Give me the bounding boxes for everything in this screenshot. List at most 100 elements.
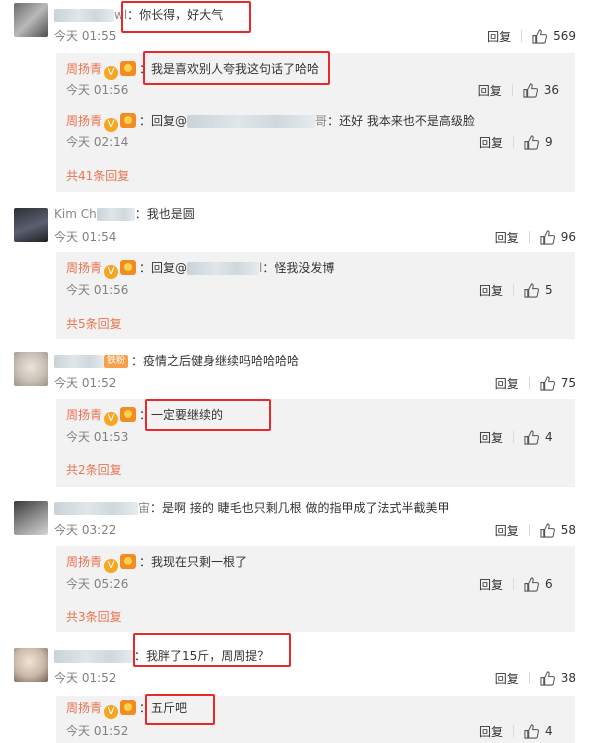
reply-actions: 回复 5 [479,281,559,299]
colon: ： [139,261,152,275]
avatar[interactable] [14,208,48,242]
divider [528,377,530,389]
username-prefix[interactable]: Kim Ch [54,207,97,221]
comment-header: Kim Ch ：我也是圆 [54,205,195,223]
divider [513,136,514,148]
reply-text: 五斤吧 [151,701,188,715]
thumbs-up-icon[interactable] [523,82,538,98]
thumbs-up-icon[interactable] [524,576,539,592]
reply-text: 一定要继续的 [151,408,224,422]
blurred-username[interactable] [187,262,260,275]
thumbs-up-icon[interactable] [524,723,539,739]
reply-author[interactable]: 周扬青 [66,701,102,715]
reply-button[interactable]: 回复 [495,375,519,392]
reply-button[interactable]: 回复 [495,670,519,687]
like-count: 38 [560,671,576,685]
medal-icon [120,260,137,275]
reply-header: 周扬青 V ：回复@ 哥：还好 我本来也不是高级脸 [66,112,475,132]
reply-author[interactable]: 周扬青 [66,555,102,569]
comment-thread: ：我胖了15斤，周周提？ 今天 01:52 回复 38 周扬青 V ：五斤吧 今天 … [0,638,592,743]
username-suffix[interactable]: wl [114,8,127,22]
verified-v-icon: V [104,559,119,573]
avatar[interactable] [14,648,48,682]
medal-icon [120,407,137,422]
verified-v-icon: V [104,118,119,132]
view-more-replies-link[interactable]: 共3条回复 [66,608,122,626]
comment-text: 疫情之后健身继续吗哈哈哈哈 [143,354,300,368]
reply-button[interactable]: 回复 [478,82,502,99]
thumbs-up-icon[interactable] [524,134,539,150]
reply-button[interactable]: 回复 [479,134,503,151]
reply-actions: 回复 36 [478,81,559,99]
colon: ： [139,408,152,422]
comment-header: wl：你长得，好大气 [54,6,223,24]
view-more-replies-link[interactable]: 共2条回复 [66,461,122,479]
blurred-username[interactable] [54,355,104,368]
reply-actions: 回复 9 [479,133,559,151]
blurred-username[interactable] [54,9,114,22]
avatar[interactable] [14,3,48,37]
colon: ： [134,649,147,663]
comment-actions: 回复 38 [495,669,576,687]
view-more-replies-link[interactable]: 共5条回复 [66,315,122,333]
thumbs-up-icon[interactable] [540,229,555,245]
thumbs-up-icon[interactable] [540,375,555,391]
medal-icon [120,113,137,128]
reply-header: 周扬青 V ：我是喜欢别人夸我这句话了哈哈 [66,60,320,80]
avatar[interactable] [14,501,48,535]
reply-to-prefix: 回复@ [151,114,188,128]
medal-icon [120,554,137,569]
reply-header: 周扬青 V ：五斤吧 [66,699,188,719]
colon: ： [139,62,152,76]
divider [513,725,514,737]
reply-button[interactable]: 回复 [479,576,503,593]
like-count: 5 [545,283,553,297]
comment-actions: 回复 75 [495,374,576,392]
like-count: 6 [545,577,553,591]
colon: ： [131,354,144,368]
reply-text: 怪我没发博 [274,261,335,275]
thumbs-up-icon[interactable] [540,670,555,686]
reply-author[interactable]: 周扬青 [66,62,102,76]
reply-time: 今天 01:53 [66,430,129,444]
reply-list: 周扬青 V ：一定要继续的 今天 01:53 回复 4 共2条回复 [56,399,575,487]
blurred-username[interactable] [187,115,316,128]
like-count: 4 [545,430,553,444]
comment-text: 我胖了15斤，周周提？ [146,649,270,663]
blurred-username[interactable] [54,650,134,663]
colon: ： [134,207,147,221]
thumbs-up-icon[interactable] [540,522,555,538]
reply-button[interactable]: 回复 [479,429,503,446]
reply-author[interactable]: 周扬青 [66,261,102,275]
reply-button[interactable]: 回复 [495,229,519,246]
blurred-username[interactable] [54,502,138,515]
blurred-username[interactable] [96,208,135,221]
reply-author[interactable]: 周扬青 [66,408,102,422]
reply-item: 周扬青 V ：我现在只剩一根了 今天 05:26 回复 6 [66,546,575,598]
reply-list: 周扬青 V ：我是喜欢别人夸我这句话了哈哈 今天 01:56 回复 36 周扬青 V：… [56,53,575,192]
comment-header: ：我胖了15斤，周周提？ [54,647,269,665]
reply-actions: 回复 6 [479,575,559,593]
like-count: 58 [560,523,576,537]
view-more-replies-link[interactable]: 共41条回复 [66,167,129,185]
reply-time: 今天 01:56 [66,83,129,97]
medal-icon [120,61,137,76]
username-suffix[interactable]: 宙 [138,501,150,515]
avatar[interactable] [14,352,48,386]
comment-time: 今天 03:22 [54,523,117,537]
reply-to-suffix[interactable]: 哥 [315,114,327,128]
reply-text: 我是喜欢别人夸我这句话了哈哈 [151,62,320,76]
comment-actions: 回复 58 [495,521,576,539]
thumbs-up-icon[interactable] [532,28,548,44]
thumbs-up-icon[interactable] [524,282,539,298]
reply-button[interactable]: 回复 [479,723,503,740]
reply-button[interactable]: 回复 [487,28,511,45]
reply-author[interactable]: 周扬青 [66,114,102,128]
comment-time: 今天 01:55 [54,29,117,43]
reply-button[interactable]: 回复 [479,282,503,299]
reply-actions: 回复 4 [479,428,559,446]
reply-item: 周扬青 V ：我是喜欢别人夸我这句话了哈哈 今天 01:56 回复 36 [66,53,575,105]
thumbs-up-icon[interactable] [524,429,539,445]
comment-time: 今天 01:54 [54,230,117,244]
reply-button[interactable]: 回复 [495,522,519,539]
